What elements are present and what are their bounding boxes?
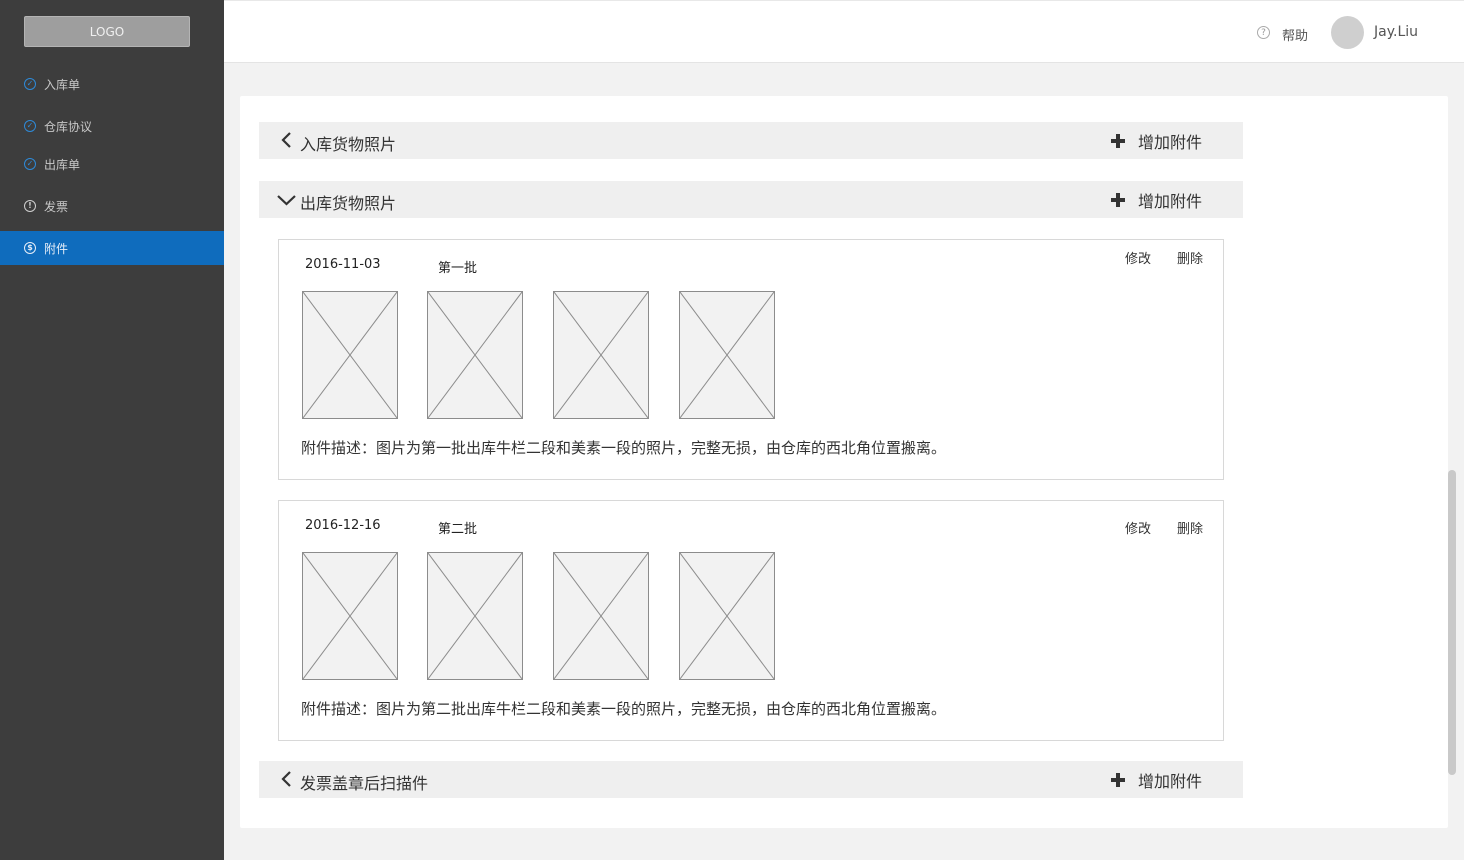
top-bar: ? 帮助 Jay.Liu: [224, 0, 1464, 63]
logo: LOGO: [24, 16, 190, 47]
edit-button[interactable]: 修改: [1125, 518, 1151, 537]
add-attachment-button[interactable]: 增加附件: [1111, 770, 1203, 791]
section-header-invoice-scans[interactable]: 发票盖章后扫描件 增加附件: [259, 761, 1243, 798]
check-circle-icon: ✓: [24, 78, 36, 90]
image-placeholder[interactable]: [427, 552, 523, 680]
add-attachment-label: 增加附件: [1138, 192, 1203, 211]
username[interactable]: Jay.Liu: [1374, 24, 1418, 40]
vertical-scrollbar[interactable]: [1448, 470, 1456, 775]
check-circle-icon: ✓: [24, 120, 36, 132]
record-description: 附件描述：图片为第一批出库牛栏二段和美素一段的照片，完整无损，由仓库的西北角位置…: [301, 439, 947, 457]
chevron-left-icon[interactable]: [279, 132, 295, 148]
sidebar-item-label: 仓库协议: [44, 119, 93, 134]
section-title: 入库货物照片: [300, 135, 397, 154]
image-placeholder[interactable]: [679, 291, 775, 419]
record-date: 2016-11-03: [305, 257, 381, 272]
info-circle-icon: !: [24, 200, 36, 212]
help-link[interactable]: 帮助: [1282, 25, 1308, 44]
section-title: 出库货物照片: [300, 194, 397, 213]
image-placeholder[interactable]: [679, 552, 775, 680]
image-placeholder[interactable]: [302, 291, 398, 419]
section-header-inbound-photos[interactable]: 入库货物照片 增加附件: [259, 122, 1243, 159]
sidebar-item-invoice[interactable]: ! 发票: [0, 189, 224, 223]
chevron-down-icon[interactable]: [277, 193, 296, 207]
delete-button[interactable]: 删除: [1177, 518, 1203, 537]
attachment-record-card: 2016-11-03 第一批 修改 删除 附件描述：图片为第一批出库牛栏二段和美…: [278, 239, 1224, 480]
attachment-record-card: 2016-12-16 第二批 修改 删除 附件描述：图片为第二批出库牛栏二段和美…: [278, 500, 1224, 741]
sidebar-item-label: 发票: [44, 199, 69, 214]
sidebar-item-label: 入库单: [44, 77, 81, 92]
plus-icon: [1111, 773, 1125, 787]
sidebar: LOGO ✓ 入库单 ✓ 仓库协议 ✓ 出库单 ! 发票 $ 附件: [0, 0, 224, 860]
add-attachment-label: 增加附件: [1138, 772, 1203, 791]
sidebar-item-label: 附件: [44, 241, 69, 256]
sidebar-item-outbound-order[interactable]: ✓ 出库单: [0, 147, 224, 181]
record-batch: 第二批: [438, 522, 478, 537]
record-date: 2016-12-16: [305, 518, 381, 533]
add-attachment-button[interactable]: 增加附件: [1111, 131, 1203, 152]
record-batch: 第一批: [438, 261, 478, 276]
plus-icon: [1111, 134, 1125, 148]
image-placeholder[interactable]: [427, 291, 523, 419]
chevron-left-icon[interactable]: [279, 771, 295, 787]
check-circle-icon: ✓: [24, 158, 36, 170]
avatar[interactable]: [1331, 16, 1364, 49]
add-attachment-label: 增加附件: [1138, 133, 1203, 152]
record-description: 附件描述：图片为第二批出库牛栏二段和美素一段的照片，完整无损，由仓库的西北角位置…: [301, 700, 947, 718]
plus-icon: [1111, 193, 1125, 207]
sidebar-item-attachments[interactable]: $ 附件: [0, 231, 224, 265]
question-circle-icon[interactable]: ?: [1257, 26, 1270, 39]
add-attachment-button[interactable]: 增加附件: [1111, 190, 1203, 211]
section-title: 发票盖章后扫描件: [300, 774, 429, 793]
image-placeholder[interactable]: [302, 552, 398, 680]
section-header-outbound-photos[interactable]: 出库货物照片 增加附件: [259, 181, 1243, 218]
image-placeholder[interactable]: [553, 291, 649, 419]
delete-button[interactable]: 删除: [1177, 248, 1203, 267]
sidebar-item-inbound-order[interactable]: ✓ 入库单: [0, 67, 224, 101]
sidebar-item-label: 出库单: [44, 157, 81, 172]
dollar-circle-icon: $: [24, 242, 36, 254]
edit-button[interactable]: 修改: [1125, 248, 1151, 267]
image-placeholder[interactable]: [553, 552, 649, 680]
sidebar-item-warehouse-agreement[interactable]: ✓ 仓库协议: [0, 109, 224, 143]
